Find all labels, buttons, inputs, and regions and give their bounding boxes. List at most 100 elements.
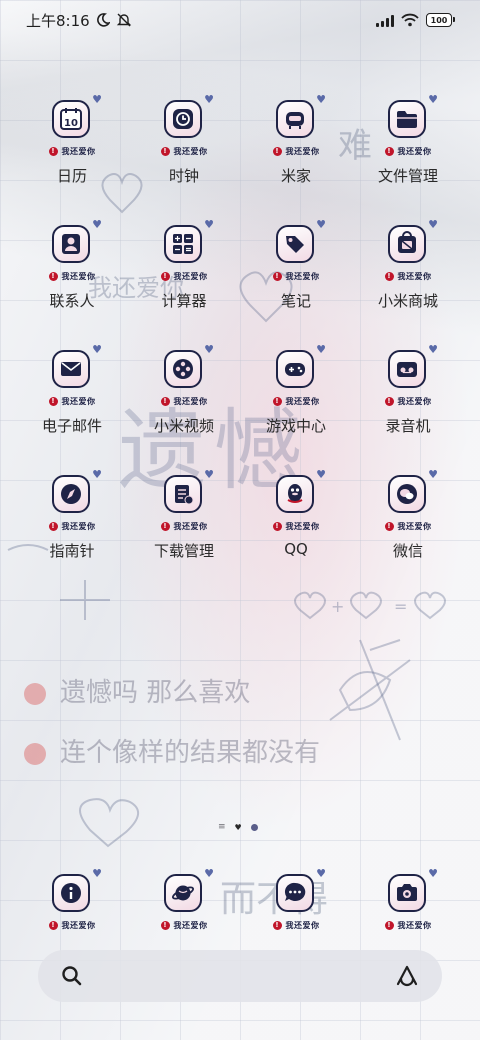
heart-icon: ♥ <box>316 468 326 481</box>
heart-icon: ♥ <box>428 468 438 481</box>
heart-icon: ♥ <box>204 343 214 356</box>
app-label: 录音机 <box>385 417 431 435</box>
app-wechat[interactable]: ♥ ! 我还爱你 微信 <box>352 468 464 596</box>
heart-icon: ♥ <box>204 468 214 481</box>
app-label: 计算器 <box>161 292 207 310</box>
menu-lines-icon: ≡ <box>218 822 226 832</box>
app-label: 日历 <box>56 167 87 185</box>
wechat-icon <box>388 475 426 513</box>
heart-icon: ♥ <box>316 867 326 880</box>
contacts-icon <box>52 225 90 263</box>
app-label: 电子邮件 <box>41 417 102 435</box>
battery-indicator: 100 <box>426 13 455 27</box>
app-download-manager[interactable]: ♥ ! 我还爱你 下载管理 <box>128 468 240 596</box>
mute-bell-icon <box>116 13 131 27</box>
app-mi-store[interactable]: ♥ ! 我还爱你 小米商城 <box>352 218 464 346</box>
current-page-dot <box>250 824 258 831</box>
app-label: QQ <box>284 540 308 558</box>
gamepad-icon <box>276 350 314 388</box>
heart-icon: ♥ <box>204 93 214 106</box>
message-icon <box>276 874 314 912</box>
alert-icon: ! <box>160 146 170 156</box>
heart-icon: ♥ <box>92 93 102 106</box>
heart-page-icon: ♥ <box>234 822 242 832</box>
wifi-icon <box>401 13 419 27</box>
alert-icon: ! <box>160 920 170 930</box>
status-bar: 上午8:16 100 <box>0 0 480 40</box>
app-label: 游戏中心 <box>265 417 326 435</box>
heart-icon: ♥ <box>316 93 326 106</box>
status-time: 上午8:16 <box>26 11 90 30</box>
alert-icon: ! <box>272 521 282 531</box>
search-bar[interactable] <box>38 950 442 1002</box>
app-label: 指南针 <box>49 542 95 560</box>
folder-icon <box>388 100 426 138</box>
heart-icon: ♥ <box>92 218 102 231</box>
clock-icon <box>164 100 202 138</box>
dock-app-browser[interactable]: ♥ ! 我还爱你 <box>128 867 240 931</box>
heart-icon: ♥ <box>92 468 102 481</box>
heart-icon: ♥ <box>204 867 214 880</box>
search-icon[interactable] <box>60 964 84 988</box>
alert-icon: ! <box>48 146 58 156</box>
heart-icon: ♥ <box>92 343 102 356</box>
app-contacts[interactable]: ♥ ! 我还爱你 联系人 <box>16 218 128 346</box>
app-label: 小米商城 <box>377 292 438 310</box>
app-compass[interactable]: ♥ ! 我还爱你 指南针 <box>16 468 128 596</box>
download-icon <box>164 475 202 513</box>
app-mijia[interactable]: ♥ ! 我还爱你 米家 <box>240 93 352 221</box>
app-notes[interactable]: ♥ ! 我还爱你 笔记 <box>240 219 352 346</box>
video-reel-icon <box>164 350 202 388</box>
heart-icon: ♥ <box>92 867 102 880</box>
mijia-icon <box>276 100 314 138</box>
app-clock[interactable]: ♥ ! 我还爱你 时钟 <box>128 93 240 221</box>
app-game-center[interactable]: ♥ ! 我还爱你 游戏中心 <box>240 343 352 471</box>
alert-icon: ! <box>48 521 58 531</box>
heart-icon: ♥ <box>428 343 438 356</box>
recorder-icon <box>388 350 426 388</box>
app-calendar[interactable]: 10 ♥ ! 我还爱你 日历 <box>16 93 128 221</box>
dock-app-info[interactable]: ♥ ! 我还爱你 <box>16 867 128 931</box>
alert-icon: ! <box>384 521 394 531</box>
app-label: 小米视频 <box>153 417 214 435</box>
alert-icon: ! <box>272 146 282 156</box>
qq-penguin-icon <box>276 475 314 513</box>
app-label: 时钟 <box>168 167 199 185</box>
alert-icon: ! <box>272 396 282 406</box>
app-calculator[interactable]: ♥ ! 我还爱你 计算器 <box>128 218 240 346</box>
assistant-icon[interactable] <box>394 964 420 988</box>
heart-icon: ♥ <box>428 218 438 231</box>
alert-icon: ! <box>160 271 170 281</box>
app-qq[interactable]: ♥ ! 我还爱你 QQ <box>240 468 352 596</box>
svg-text:10: 10 <box>64 118 78 129</box>
app-mi-video[interactable]: ♥ ! 我还爱你 小米视频 <box>128 343 240 471</box>
app-recorder[interactable]: ♥ ! 我还爱你 录音机 <box>352 343 464 471</box>
app-email[interactable]: ♥ ! 我还爱你 电子邮件 <box>16 343 128 471</box>
app-label: 下载管理 <box>153 542 214 560</box>
calendar-icon: 10 <box>52 100 90 138</box>
heart-icon: ♥ <box>428 93 438 106</box>
mail-icon <box>52 350 90 388</box>
alert-icon: ! <box>160 521 170 531</box>
heart-icon: ♥ <box>316 343 326 356</box>
heart-icon: ♥ <box>204 218 214 231</box>
alert-icon: ! <box>160 396 170 406</box>
alert-icon: ! <box>272 920 282 930</box>
app-label: 微信 <box>392 542 423 560</box>
dock-app-camera[interactable]: ♥ ! 我还爱你 <box>352 867 464 931</box>
alert-icon: ! <box>272 271 282 281</box>
cellular-signal-icon <box>376 14 394 27</box>
alert-icon: ! <box>48 271 58 281</box>
app-label: 联系人 <box>49 292 95 310</box>
alert-icon: ! <box>384 271 394 281</box>
svg-text:=: = <box>394 597 407 616</box>
heart-icon: ♥ <box>428 867 438 880</box>
alert-icon: ! <box>384 396 394 406</box>
page-indicator[interactable]: ≡ ♥ <box>218 823 258 832</box>
alert-icon: ! <box>48 920 58 930</box>
app-label: 米家 <box>280 167 311 185</box>
alert-icon: ! <box>384 920 394 930</box>
dock-app-messages[interactable]: ♥ ! 我还爱你 <box>240 867 352 931</box>
app-file-manager[interactable]: ♥ ! 我还爱你 文件管理 <box>352 93 464 221</box>
camera-icon <box>388 874 426 912</box>
